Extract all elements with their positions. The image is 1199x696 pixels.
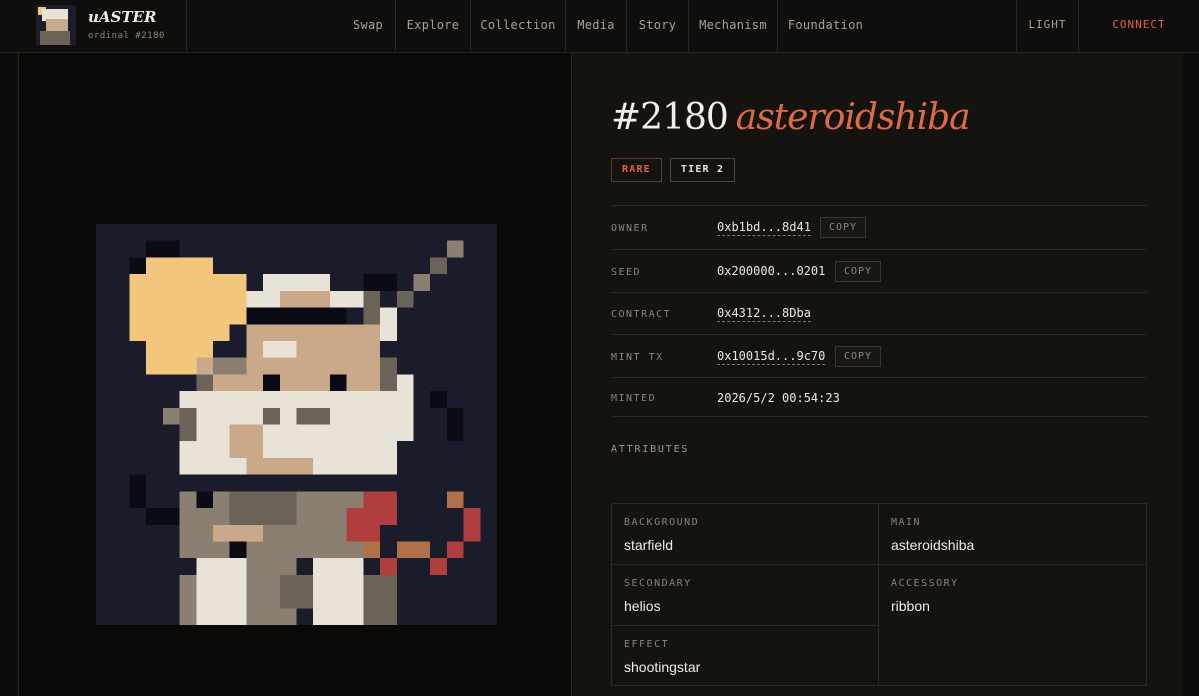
- detail-row-mint-tx: MINT TX 0x10015d...9c70 COPY: [611, 334, 1147, 377]
- mint-tx-link[interactable]: 0x10015d...9c70: [717, 349, 826, 365]
- nav-mechanism[interactable]: Mechanism: [689, 0, 778, 52]
- nav-collection[interactable]: Collection: [471, 0, 566, 52]
- nav-swap[interactable]: Swap: [341, 0, 396, 52]
- attribute-effect: EFFECT shootingstar: [612, 626, 879, 685]
- tier-badge: TIER 2: [669, 158, 736, 182]
- owner-address-link[interactable]: 0xb1bd...8d41: [717, 220, 811, 236]
- detail-row-seed: SEED 0x200000...0201 COPY: [611, 249, 1147, 292]
- nav-foundation[interactable]: Foundation: [778, 0, 873, 52]
- seed-label: SEED: [611, 267, 642, 278]
- attribute-value: ribbon: [891, 598, 930, 614]
- seed-value: 0x200000...0201: [717, 264, 826, 278]
- minted-timestamp: 2026/5/2 00:54:23: [717, 391, 840, 405]
- token-name: asteroidshiba: [735, 97, 971, 138]
- avatar: [36, 5, 76, 45]
- top-nav-bar: uASTER ordinal #2180 Swap Explore Collec…: [0, 0, 1199, 53]
- attribute-accessory: ACCESSORY ribbon: [879, 565, 1146, 685]
- rarity-badge: RARE: [611, 158, 662, 182]
- attribute-background: BACKGROUND starfield: [612, 504, 879, 565]
- token-title: #2180 asteroidshiba: [611, 97, 971, 138]
- details-panel: #2180 asteroidshiba RARE TIER 2 OWNER 0xb…: [573, 53, 1183, 696]
- nav-explore[interactable]: Explore: [396, 0, 471, 52]
- owner-label: OWNER: [611, 223, 649, 234]
- attribute-key: BACKGROUND: [624, 517, 700, 528]
- nft-pixel-art-image: [96, 224, 497, 625]
- copy-owner-button[interactable]: COPY: [820, 217, 867, 238]
- token-number: #2180: [611, 97, 729, 138]
- attribute-key: EFFECT: [624, 639, 670, 650]
- attributes-grid: BACKGROUND starfield MAIN asteroidshiba …: [611, 503, 1147, 686]
- nav-media[interactable]: Media: [566, 0, 627, 52]
- attribute-key: ACCESSORY: [891, 578, 959, 589]
- detail-row-owner: OWNER 0xb1bd...8d41 COPY: [611, 205, 1147, 249]
- detail-row-contract: CONTRACT 0x4312...8Dba: [611, 292, 1147, 334]
- attribute-value: helios: [624, 598, 661, 614]
- token-details-list: OWNER 0xb1bd...8d41 COPY SEED 0x200000..…: [611, 205, 1147, 417]
- rarity-tags: RARE TIER 2: [611, 158, 736, 182]
- main-nav: Swap Explore Collection Media Story Mech…: [341, 0, 873, 52]
- copy-seed-button[interactable]: COPY: [835, 261, 882, 282]
- attribute-value: starfield: [624, 537, 674, 553]
- nav-actions: LIGHT CONNECT: [1016, 0, 1199, 52]
- copy-mint-tx-button[interactable]: COPY: [835, 346, 882, 367]
- attribute-value: asteroidshiba: [891, 537, 975, 553]
- attribute-key: MAIN: [891, 517, 922, 528]
- brand-subtitle: ordinal #2180: [88, 31, 165, 41]
- connect-wallet-button[interactable]: CONNECT: [1078, 0, 1199, 52]
- attributes-heading: ATTRIBUTES: [611, 444, 690, 455]
- minted-label: MINTED: [611, 393, 657, 404]
- theme-toggle-button[interactable]: LIGHT: [1016, 0, 1078, 52]
- attribute-key: SECONDARY: [624, 578, 692, 589]
- attribute-value: shootingstar: [624, 659, 701, 675]
- artwork-panel: [18, 53, 572, 696]
- detail-row-minted: MINTED 2026/5/2 00:54:23: [611, 377, 1147, 417]
- brand[interactable]: uASTER ordinal #2180: [0, 0, 187, 52]
- brand-name: uASTER: [88, 8, 157, 26]
- contract-address-link[interactable]: 0x4312...8Dba: [717, 306, 811, 322]
- contract-label: CONTRACT: [611, 309, 672, 320]
- nav-story[interactable]: Story: [627, 0, 689, 52]
- mint-tx-label: MINT TX: [611, 352, 664, 363]
- attribute-secondary: SECONDARY helios: [612, 565, 879, 626]
- attribute-main: MAIN asteroidshiba: [879, 504, 1146, 565]
